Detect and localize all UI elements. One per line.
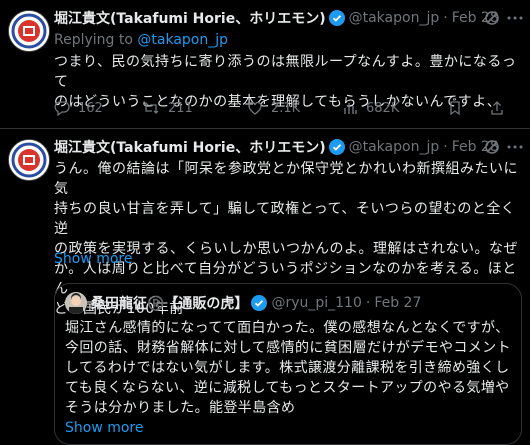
more-options-icon[interactable] xyxy=(506,139,524,159)
quoted-show-more-link[interactable]: Show more xyxy=(65,420,144,436)
tweet-header: 堀江貴文(Takafumi Horie、ホリエモン) @takapon_jp ·… xyxy=(54,8,499,28)
author-name[interactable]: 堀江貴文(Takafumi Horie、ホリエモン) xyxy=(54,8,326,28)
separator-dot: · xyxy=(365,295,371,311)
tweet-1[interactable]: 堀江貴文(Takafumi Horie、ホリエモン) @takapon_jp ·… xyxy=(0,0,530,129)
show-more-link[interactable]: Show more xyxy=(54,251,133,267)
replying-to-label: Replying to xyxy=(54,32,133,48)
quoted-header: 桑田龍征®️【通販の虎】 @ryu_pi_110 · Feb 27 xyxy=(91,292,421,314)
share-icon xyxy=(491,101,503,115)
view-count: 682K xyxy=(366,100,400,116)
repost-icon xyxy=(143,102,159,114)
author-avatar[interactable] xyxy=(8,10,50,52)
repost-button[interactable]: 211 xyxy=(142,100,247,116)
author-avatar[interactable] xyxy=(8,139,50,181)
bookmark-icon xyxy=(450,101,460,116)
reply-icon xyxy=(54,101,70,116)
separator-dot: · xyxy=(443,10,448,26)
heart-icon xyxy=(248,101,262,115)
quoted-tweet-text: 堀江さん感情的になってて面白かった。僕の感想なんとなくですが、 今回の話、財務省… xyxy=(65,320,511,416)
author-name[interactable]: 堀江貴文(Takafumi Horie、ホリエモン) xyxy=(54,137,326,157)
tweet-header: 堀江貴文(Takafumi Horie、ホリエモン) @takapon_jp ·… xyxy=(54,137,499,157)
share-button[interactable] xyxy=(489,100,513,116)
like-button[interactable]: 2.1K xyxy=(247,100,342,116)
separator-dot: · xyxy=(443,139,448,155)
like-count: 2.1K xyxy=(271,100,301,116)
tweet-2[interactable]: 堀江貴文(Takafumi Horie、ホリエモン) @takapon_jp ·… xyxy=(0,129,530,445)
repost-count: 211 xyxy=(168,100,193,116)
verified-badge-icon xyxy=(328,139,345,155)
verified-badge-icon xyxy=(328,10,345,26)
quoted-author-handle[interactable]: @ryu_pi_110 xyxy=(271,295,361,311)
author-handle[interactable]: @takapon_jp xyxy=(349,139,440,155)
more-options-icon[interactable] xyxy=(506,10,524,30)
reply-count: 162 xyxy=(78,100,103,116)
views-chart-icon xyxy=(344,103,357,114)
replying-to-handle[interactable]: @takapon_jp xyxy=(137,32,228,48)
quoted-tweet-time[interactable]: Feb 27 xyxy=(374,295,421,311)
quoted-author-name[interactable]: 桑田龍征®️【通販の虎】 xyxy=(91,293,248,313)
quoted-tweet[interactable]: 桑田龍征®️【通販の虎】 @ryu_pi_110 · Feb 27 堀江さん感情… xyxy=(54,283,522,445)
replying-to: Replying to @takapon_jp xyxy=(54,32,228,48)
grok-icon[interactable] xyxy=(484,10,500,30)
author-handle[interactable]: @takapon_jp xyxy=(349,10,440,26)
views-button[interactable]: 682K xyxy=(342,100,445,116)
grok-icon[interactable] xyxy=(484,139,500,159)
bookmark-button[interactable] xyxy=(447,100,471,116)
quoted-author-avatar[interactable] xyxy=(65,292,87,314)
reply-button[interactable]: 162 xyxy=(54,100,142,116)
tweet-actions: 162 211 2.1K 682K xyxy=(54,98,520,118)
verified-badge-icon xyxy=(251,295,268,311)
